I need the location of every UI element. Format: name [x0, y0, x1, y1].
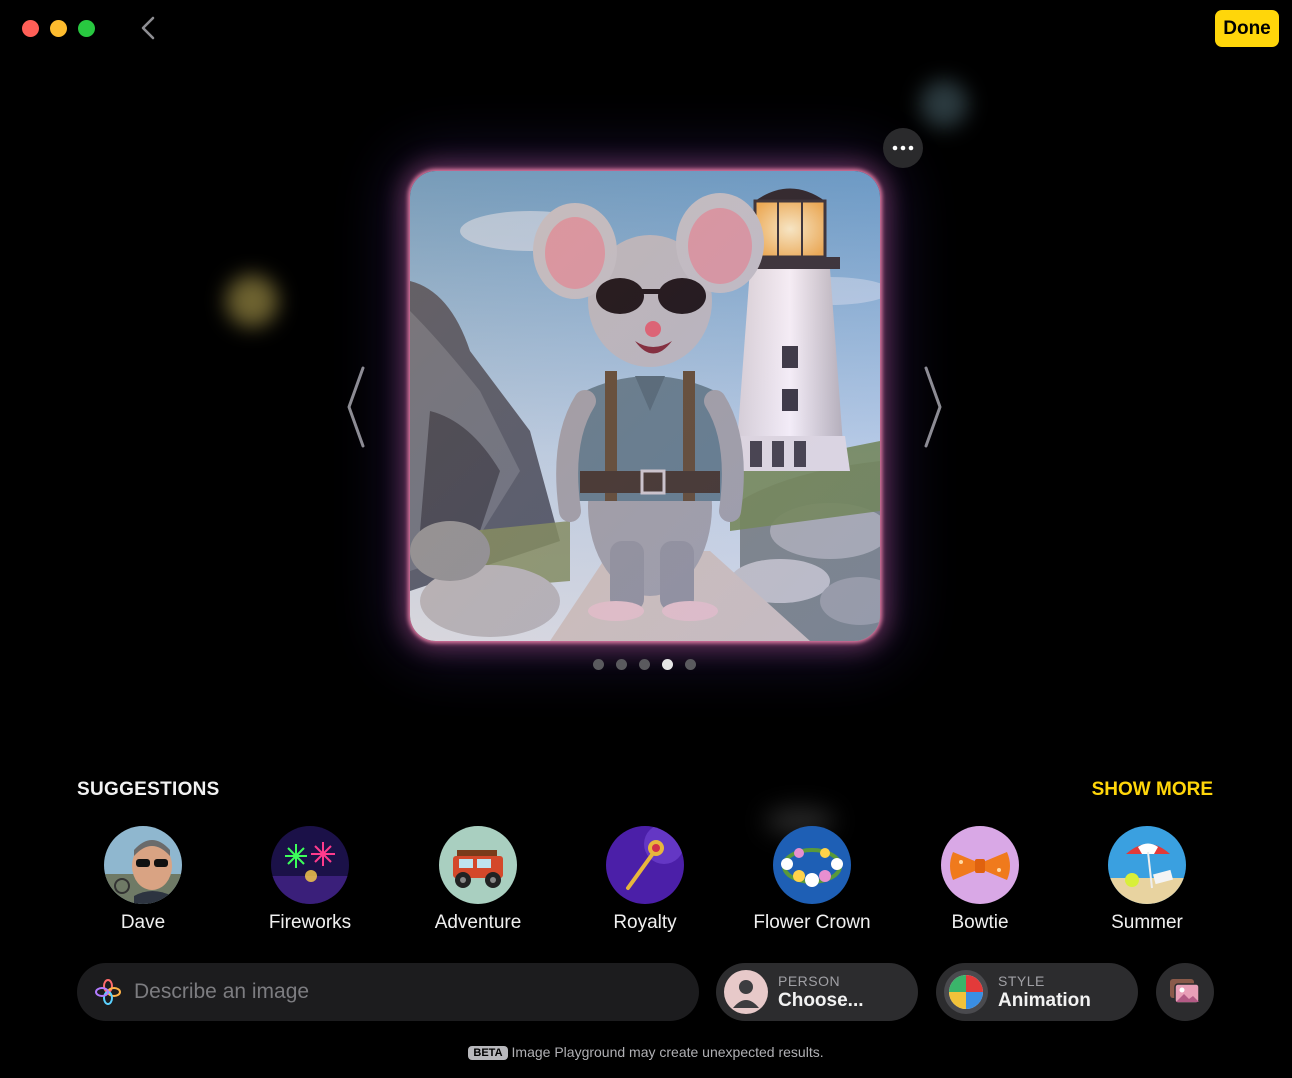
- suggestions-title: SUGGESTIONS: [77, 779, 220, 800]
- chevron-right-icon: [924, 366, 942, 448]
- describe-image-input[interactable]: Describe an image: [77, 963, 699, 1021]
- page-indicator: [593, 659, 696, 670]
- page-dot[interactable]: [616, 659, 627, 670]
- window-controls: [22, 20, 95, 37]
- bowtie-icon: [941, 826, 1019, 904]
- generated-image[interactable]: [410, 171, 880, 641]
- image-playground-icon: [95, 979, 121, 1005]
- minimize-window-button[interactable]: [50, 20, 67, 37]
- page-dot-active[interactable]: [662, 659, 673, 670]
- style-value: Animation: [998, 989, 1091, 1011]
- mouse-lighthouse-illustration: [410, 171, 880, 641]
- person-chooser-button[interactable]: PERSON Choose...: [716, 963, 918, 1021]
- page-dot[interactable]: [639, 659, 650, 670]
- next-image-button[interactable]: [921, 365, 945, 449]
- beta-badge: BETA: [468, 1046, 508, 1060]
- suggestion-label: Flower Crown: [753, 912, 871, 933]
- suggestion-label: Adventure: [434, 912, 522, 933]
- add-photo-button[interactable]: [1156, 963, 1214, 1021]
- photo-icon: [1170, 979, 1200, 1004]
- beach-ball-icon: [944, 970, 988, 1014]
- suggestion-label: Fireworks: [268, 912, 352, 933]
- chevron-left-icon: [141, 16, 155, 40]
- disclaimer-text: Image Playground may create unexpected r…: [511, 1044, 824, 1060]
- suggestion-royalty[interactable]: Royalty: [575, 826, 715, 934]
- chevron-left-icon: [347, 366, 365, 448]
- suggestion-label: Bowtie: [951, 912, 1009, 933]
- ellipsis-icon: [892, 145, 914, 151]
- describe-image-placeholder: Describe an image: [134, 980, 310, 1003]
- person-photo-icon: [104, 826, 182, 904]
- previous-image-button[interactable]: [344, 365, 368, 449]
- suggestion-dave[interactable]: Dave: [73, 826, 213, 934]
- jeep-icon: [439, 826, 517, 904]
- suggestion-adventure[interactable]: Adventure: [408, 826, 548, 934]
- suggestion-label: Royalty: [613, 912, 677, 933]
- style-caption: STYLE: [998, 972, 1045, 989]
- suggestion-fireworks[interactable]: Fireworks: [240, 826, 380, 934]
- decorative-glow: [920, 80, 968, 128]
- decorative-glow: [226, 275, 278, 327]
- style-chooser-button[interactable]: STYLE Animation: [936, 963, 1138, 1021]
- maximize-window-button[interactable]: [78, 20, 95, 37]
- beta-disclaimer: BETA Image Playground may create unexpect…: [0, 1044, 1292, 1060]
- suggestion-summer[interactable]: Summer: [1077, 826, 1217, 934]
- person-caption: PERSON: [778, 972, 841, 989]
- done-button[interactable]: Done: [1215, 10, 1279, 47]
- suggestion-label: Summer: [1111, 912, 1183, 933]
- page-dot[interactable]: [593, 659, 604, 670]
- more-options-button[interactable]: [883, 128, 923, 168]
- beach-umbrella-icon: [1108, 826, 1186, 904]
- person-icon: [724, 970, 768, 1014]
- suggestion-label: Dave: [120, 912, 166, 933]
- show-more-button[interactable]: SHOW MORE: [1092, 779, 1213, 801]
- back-button[interactable]: [136, 14, 162, 42]
- close-window-button[interactable]: [22, 20, 39, 37]
- page-dot[interactable]: [685, 659, 696, 670]
- flower-crown-icon: [773, 826, 851, 904]
- scepter-icon: [606, 826, 684, 904]
- suggestion-flower-crown[interactable]: Flower Crown: [742, 826, 882, 934]
- suggestion-bowtie[interactable]: Bowtie: [910, 826, 1050, 934]
- person-value: Choose...: [778, 989, 864, 1011]
- fireworks-icon: [271, 826, 349, 904]
